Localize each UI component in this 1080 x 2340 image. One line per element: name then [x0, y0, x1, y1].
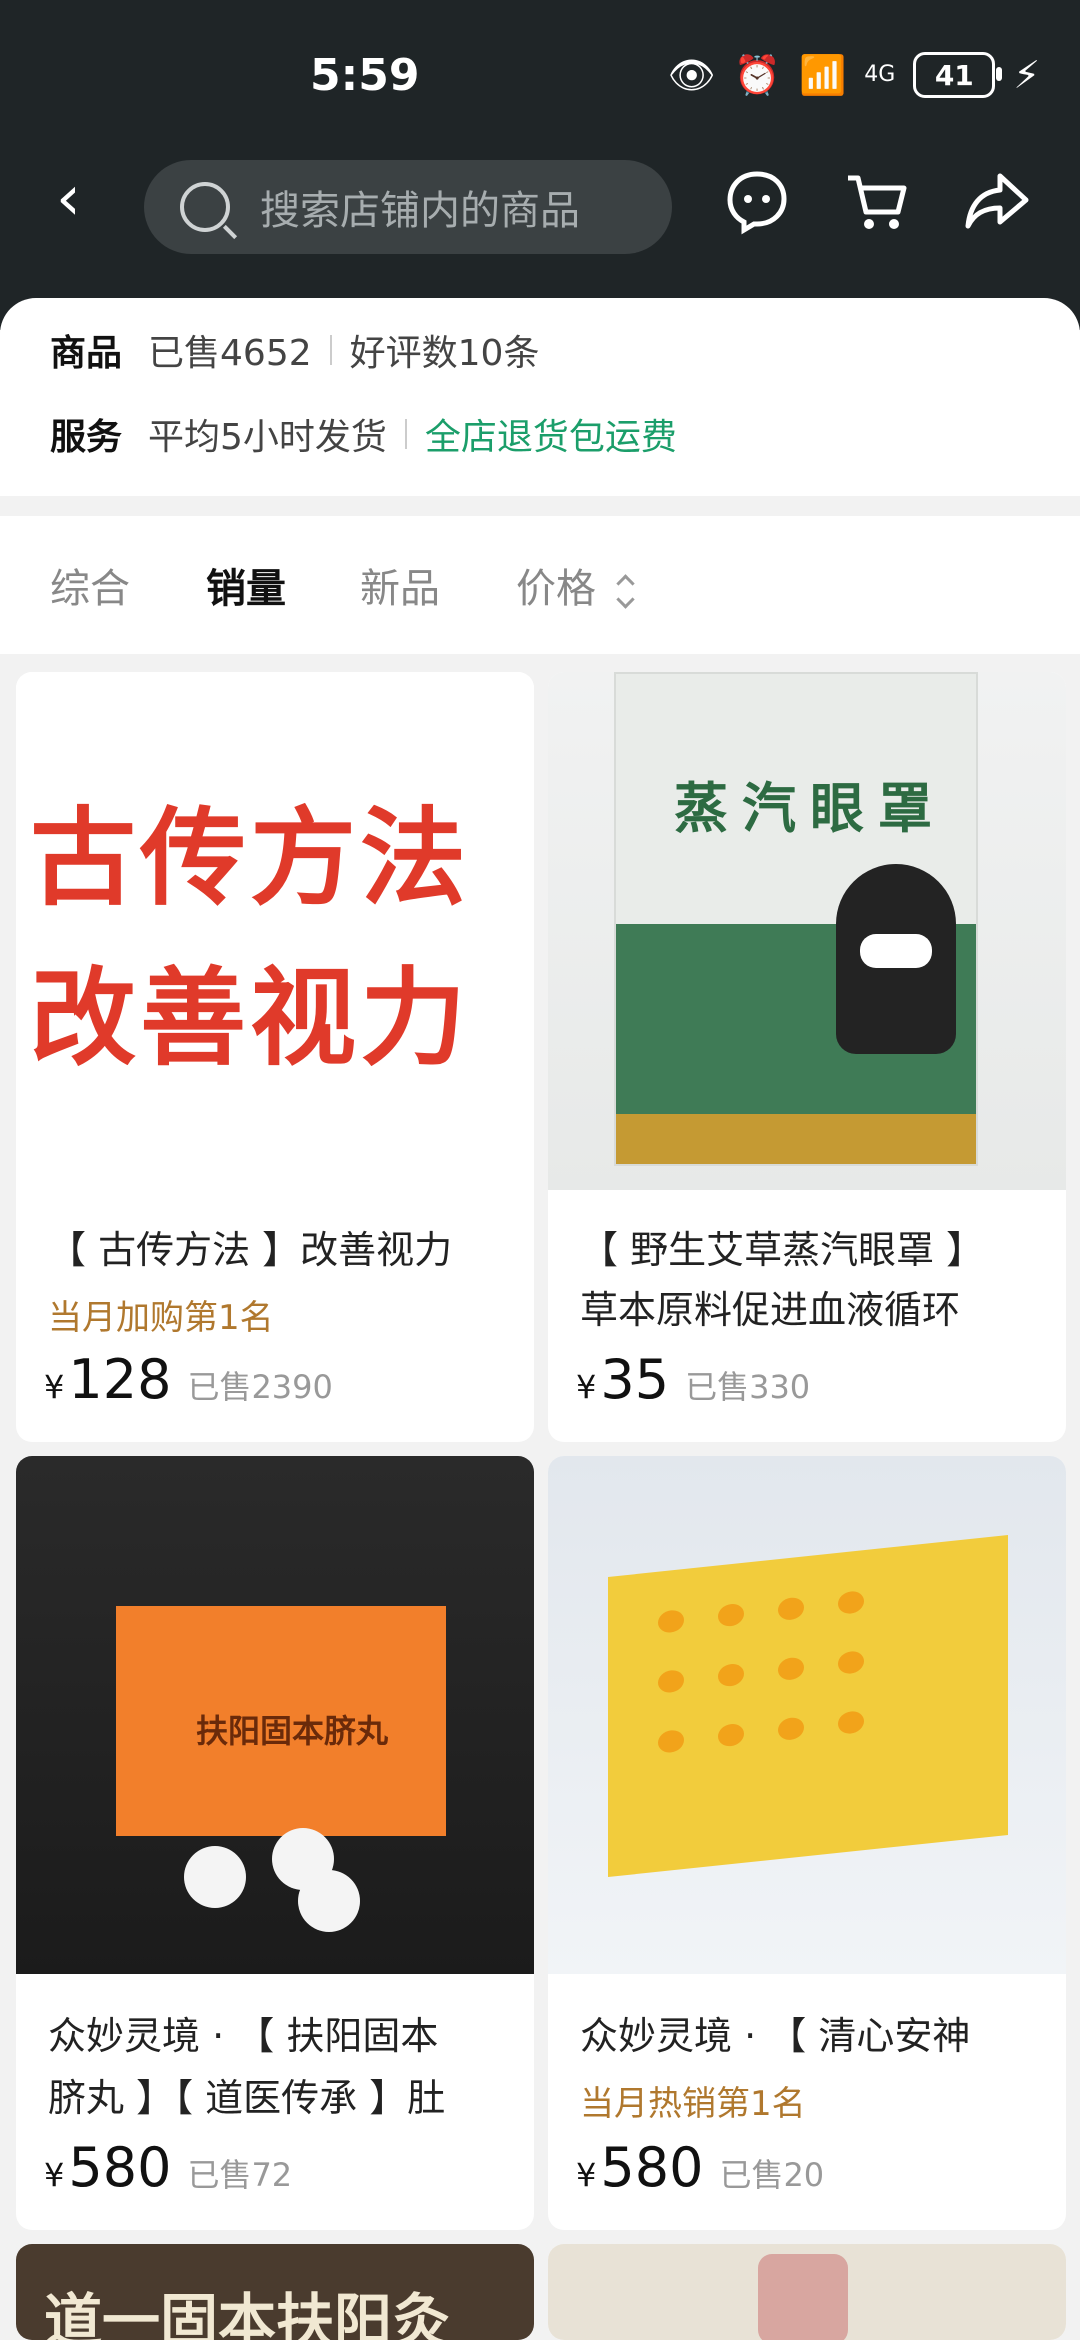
share-icon[interactable]: [962, 166, 1032, 236]
back-button[interactable]: ‹: [56, 167, 96, 230]
price-amount: 580: [600, 2136, 704, 2199]
search-input[interactable]: 搜索店铺内的商品: [144, 160, 672, 254]
product-price: ¥ 35 已售330: [576, 1348, 810, 1411]
goods-label: 商品: [50, 333, 123, 374]
status-bar: 5:59 👁 ⏰ 📶 4G 41 ⚡: [0, 0, 1080, 160]
moxa-dot: [658, 1729, 684, 1754]
product-image-text: 道一固本扶阳灸: [44, 2287, 451, 2340]
alarm-icon: ⏰: [733, 53, 781, 97]
moxa-dot: [718, 1662, 744, 1688]
sort-tab-price-label: 价格: [516, 566, 596, 612]
shop-info-card: 商品 已售4652 好评数10条 服务 平均5小时发货 全店退货包运费: [0, 298, 1080, 496]
product-image-text: 蒸汽眼罩: [674, 777, 946, 840]
sort-bar: 综合 销量 新品 价格: [0, 516, 1080, 654]
nav-bar: ‹ 搜索店铺内的商品: [0, 150, 1080, 260]
eye-mask-box-illustration: 蒸汽眼罩: [614, 672, 978, 1166]
sort-tab-sales[interactable]: 销量: [206, 556, 286, 614]
network-label: 4G: [864, 62, 896, 87]
divider: [404, 419, 407, 449]
sold-count: 已售330: [685, 1368, 811, 1406]
product-image[interactable]: 扶阳固本脐丸: [16, 1456, 534, 1974]
product-illustration: [758, 2254, 848, 2340]
product-card[interactable]: 道一固本扶阳灸: [16, 2244, 534, 2340]
product-tag: 当月加购第1名: [48, 1298, 274, 1338]
product-title-line2: 脐丸 】【 道医传承 】肚: [48, 2076, 446, 2120]
moxa-dot: [838, 1590, 864, 1615]
status-time: 5:59: [310, 50, 420, 101]
eye-icon: 👁: [667, 53, 716, 97]
product-card[interactable]: 众妙灵境 · 【 清心安神 当月热销第1名 ¥ 580 已售20: [548, 1456, 1066, 2230]
search-icon: [180, 182, 230, 232]
currency-symbol: ¥: [576, 1368, 597, 1406]
moxa-tray-illustration: [608, 1534, 1008, 1878]
pill-illustration: [298, 1870, 360, 1932]
orange-box-illustration: 扶阳固本脐丸: [116, 1606, 446, 1836]
moxa-dot: [838, 1650, 864, 1675]
product-card[interactable]: [548, 2244, 1066, 2340]
customer-service-icon[interactable]: [722, 166, 792, 236]
sort-tab-price[interactable]: 价格: [516, 556, 635, 614]
moxa-dot: [778, 1716, 804, 1742]
product-image-text: 扶阳固本脐丸: [196, 1712, 389, 1750]
product-title: 【 古传方法 】改善视力: [48, 1228, 453, 1272]
price-amount: 128: [68, 1348, 172, 1411]
product-image-text: 改善视力: [30, 957, 470, 1080]
product-price: ¥ 580 已售72: [44, 2136, 292, 2199]
product-tag: 当月热销第1名: [580, 2084, 806, 2124]
product-card[interactable]: 古传方法 改善视力 【 古传方法 】改善视力 当月加购第1名 ¥ 128 已售2…: [16, 672, 534, 1442]
moxa-dot: [838, 1710, 864, 1735]
currency-symbol: ¥: [576, 2156, 597, 2194]
product-title-line2: 草本原料促进血液循环: [580, 1288, 961, 1332]
price-amount: 580: [68, 2136, 172, 2199]
product-image[interactable]: 古传方法 改善视力: [16, 672, 534, 1190]
divider: [329, 335, 332, 365]
product-image[interactable]: 道一固本扶阳灸: [16, 2244, 534, 2340]
currency-symbol: ¥: [44, 1368, 65, 1406]
goods-sold: 已售4652: [148, 333, 312, 374]
product-price: ¥ 580 已售20: [576, 2136, 824, 2199]
battery-level: 41: [934, 58, 974, 92]
price-amount: 35: [600, 1348, 670, 1411]
moxa-dot: [658, 1669, 684, 1694]
product-card[interactable]: 蒸汽眼罩 【 野生艾草蒸汽眼罩 】 草本原料促进血液循环 ¥ 35 已售330: [548, 672, 1066, 1442]
product-title: 【 野生艾草蒸汽眼罩 】: [580, 1228, 985, 1272]
sort-tab-comprehensive[interactable]: 综合: [50, 556, 130, 614]
product-image[interactable]: 蒸汽眼罩: [548, 672, 1066, 1190]
moxa-dot: [658, 1609, 684, 1634]
sort-arrows-icon: [615, 571, 635, 611]
cart-icon[interactable]: [842, 166, 912, 236]
moxa-dot: [718, 1602, 744, 1628]
pill-illustration: [184, 1846, 246, 1908]
sold-count: 已售72: [187, 2156, 293, 2194]
goods-row: 商品 已售4652 好评数10条: [50, 324, 539, 376]
currency-symbol: ¥: [44, 2156, 65, 2194]
wifi-icon: 📶: [798, 53, 847, 97]
product-price: ¥ 128 已售2390: [44, 1348, 333, 1411]
product-image[interactable]: [548, 2244, 1066, 2340]
product-title: 众妙灵境 · 【 扶阳固本: [48, 2014, 439, 2058]
product-image[interactable]: [548, 1456, 1066, 1974]
box-gold-band: [616, 1114, 976, 1164]
goods-reviews: 好评数10条: [349, 333, 540, 374]
service-label: 服务: [50, 417, 123, 458]
product-image-text: 古传方法: [30, 797, 470, 920]
product-card[interactable]: 扶阳固本脐丸 众妙灵境 · 【 扶阳固本 脐丸 】【 道医传承 】肚 ¥ 580…: [16, 1456, 534, 2230]
ship-time: 平均5小时发货: [148, 417, 387, 458]
status-icons: 👁 ⏰ 📶 4G 41 ⚡: [667, 52, 1040, 98]
battery-icon: 41: [913, 52, 1003, 98]
product-title: 众妙灵境 · 【 清心安神: [580, 2014, 971, 2058]
service-row: 服务 平均5小时发货 全店退货包运费: [50, 408, 677, 460]
sold-count: 已售2390: [187, 1368, 333, 1406]
free-return: 全店退货包运费: [424, 417, 677, 458]
charging-icon: ⚡: [1013, 53, 1040, 97]
sold-count: 已售20: [719, 2156, 825, 2194]
top-header: 5:59 👁 ⏰ 📶 4G 41 ⚡ ‹ 搜索店铺内的商品: [0, 0, 1080, 330]
moxa-dot: [718, 1722, 744, 1748]
sort-tab-new[interactable]: 新品: [360, 556, 440, 614]
moxa-dot: [778, 1596, 804, 1622]
search-placeholder: 搜索店铺内的商品: [260, 188, 580, 234]
moxa-dot: [778, 1656, 804, 1682]
eye-mask-illustration: [860, 934, 932, 968]
